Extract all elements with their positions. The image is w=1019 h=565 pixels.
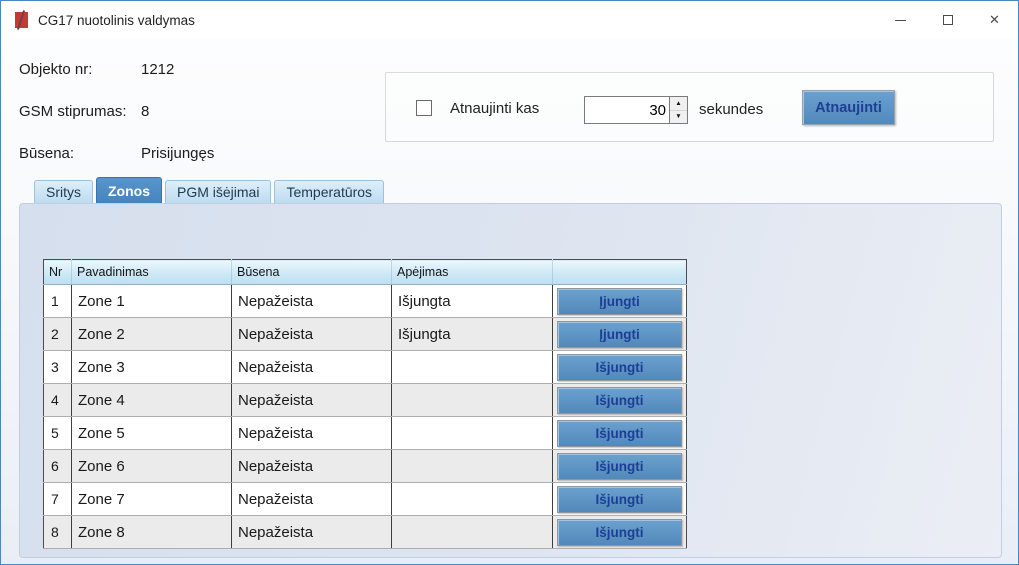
maximize-icon <box>943 15 953 25</box>
zone-number: 5 <box>44 417 72 450</box>
gsm-strength-row: GSM stiprumas:8 <box>19 103 149 120</box>
tab-pgm-isejimai[interactable]: PGM išėjimai <box>165 180 271 203</box>
zone-action-cell: Įjungti <box>553 285 687 318</box>
zone-bypass: Išjungta <box>392 285 553 318</box>
maximize-button[interactable] <box>924 1 971 39</box>
zone-name: Zone 7 <box>72 483 232 516</box>
spinner-up-button[interactable]: ▲ <box>670 97 687 111</box>
zone-number: 1 <box>44 285 72 318</box>
zone-status: Nepažeista <box>232 285 392 318</box>
zone-bypass <box>392 351 553 384</box>
zone-number: 4 <box>44 384 72 417</box>
title-bar: CG17 nuotolinis valdymas ✕ <box>1 1 1018 39</box>
column-header-apejimas: Apėjimas <box>392 260 553 285</box>
zone-action-cell: Išjungti <box>553 516 687 549</box>
window-controls: ✕ <box>877 1 1018 39</box>
app-icon <box>15 12 28 28</box>
table-row: 7Zone 7Nepažeista Išjungti <box>44 483 687 516</box>
zone-status: Nepažeista <box>232 417 392 450</box>
zone-status: Nepažeista <box>232 351 392 384</box>
zone-number: 8 <box>44 516 72 549</box>
table-row: 1Zone 1NepažeistaIšjungtaĮjungti <box>44 285 687 318</box>
table-header-row: Nr Pavadinimas Būsena Apėjimas <box>44 260 687 285</box>
window-title: CG17 nuotolinis valdymas <box>38 13 195 28</box>
table-row: 3Zone 3Nepažeista Išjungti <box>44 351 687 384</box>
interval-input[interactable] <box>585 97 669 123</box>
refresh-button[interactable]: Atnaujinti <box>802 90 895 125</box>
zone-action-button[interactable]: Išjungti <box>557 486 682 513</box>
status-row: Būsena:Prisijungęs <box>19 145 214 162</box>
zone-action-cell: Išjungti <box>553 351 687 384</box>
auto-refresh-checkbox[interactable] <box>416 100 432 116</box>
zone-bypass <box>392 450 553 483</box>
zone-status: Nepažeista <box>232 450 392 483</box>
object-number-row: Objekto nr:1212 <box>19 61 174 78</box>
zone-name: Zone 6 <box>72 450 232 483</box>
gsm-strength-label: GSM stiprumas: <box>19 103 141 120</box>
zone-name: Zone 4 <box>72 384 232 417</box>
tab-bar: Sritys Zonos PGM išėjimai Temperatūros <box>34 177 384 203</box>
object-number-value: 1212 <box>141 61 174 78</box>
zone-number: 2 <box>44 318 72 351</box>
tab-zonos[interactable]: Zonos <box>96 177 162 203</box>
interval-spinner: ▲ ▼ <box>584 96 688 124</box>
spinner-down-button[interactable]: ▼ <box>670 111 687 124</box>
close-icon: ✕ <box>989 12 1000 28</box>
zone-action-button[interactable]: Įjungti <box>557 321 682 348</box>
zone-action-button[interactable]: Išjungti <box>557 453 682 480</box>
zone-number: 7 <box>44 483 72 516</box>
zone-action-button[interactable]: Išjungti <box>557 519 682 546</box>
zone-name: Zone 1 <box>72 285 232 318</box>
object-number-label: Objekto nr: <box>19 61 141 78</box>
minimize-button[interactable] <box>877 1 924 39</box>
zone-status: Nepažeista <box>232 384 392 417</box>
zone-action-cell: Išjungti <box>553 417 687 450</box>
spinner-buttons: ▲ ▼ <box>669 97 687 123</box>
zone-action-button[interactable]: Išjungti <box>557 387 682 414</box>
zone-action-button[interactable]: Išjungti <box>557 420 682 447</box>
column-header-nr: Nr <box>44 260 72 285</box>
zone-action-cell: Išjungti <box>553 450 687 483</box>
zone-bypass: Išjungta <box>392 318 553 351</box>
status-value: Prisijungęs <box>141 145 214 162</box>
zone-action-cell: Išjungti <box>553 384 687 417</box>
table-row: 2Zone 2NepažeistaIšjungtaĮjungti <box>44 318 687 351</box>
zone-number: 6 <box>44 450 72 483</box>
zone-bypass <box>392 483 553 516</box>
table-row: 6Zone 6Nepažeista Išjungti <box>44 450 687 483</box>
tab-temperaturos[interactable]: Temperatūros <box>274 180 384 203</box>
zones-table-body: 1Zone 1NepažeistaIšjungtaĮjungti2Zone 2N… <box>44 285 687 549</box>
zone-action-cell: Įjungti <box>553 318 687 351</box>
zone-name: Zone 8 <box>72 516 232 549</box>
zone-action-button[interactable]: Išjungti <box>557 354 682 381</box>
zone-action-button[interactable]: Įjungti <box>557 288 682 315</box>
zone-action-cell: Išjungti <box>553 483 687 516</box>
auto-refresh-label: Atnaujinti kas <box>450 100 539 117</box>
seconds-label: sekundes <box>699 101 763 118</box>
tab-sritys[interactable]: Sritys <box>34 180 93 203</box>
table-row: 4Zone 4Nepažeista Išjungti <box>44 384 687 417</box>
minimize-icon <box>895 20 906 21</box>
zone-number: 3 <box>44 351 72 384</box>
app-window: CG17 nuotolinis valdymas ✕ Objekto nr:12… <box>0 0 1019 565</box>
column-header-actions <box>553 260 687 285</box>
zone-bypass <box>392 384 553 417</box>
zone-bypass <box>392 417 553 450</box>
zone-name: Zone 3 <box>72 351 232 384</box>
gsm-strength-value: 8 <box>141 103 149 120</box>
zone-name: Zone 5 <box>72 417 232 450</box>
zones-table: Nr Pavadinimas Būsena Apėjimas 1Zone 1Ne… <box>43 259 687 549</box>
zone-status: Nepažeista <box>232 516 392 549</box>
zone-status: Nepažeista <box>232 318 392 351</box>
zone-bypass <box>392 516 553 549</box>
close-button[interactable]: ✕ <box>971 1 1018 39</box>
status-label: Būsena: <box>19 145 141 162</box>
column-header-busena: Būsena <box>232 260 392 285</box>
column-header-pavadinimas: Pavadinimas <box>72 260 232 285</box>
auto-refresh-groupbox: Atnaujinti kas ▲ ▼ sekundes Atnaujinti <box>385 72 994 142</box>
zone-status: Nepažeista <box>232 483 392 516</box>
table-row: 5Zone 5Nepažeista Išjungti <box>44 417 687 450</box>
table-row: 8Zone 8Nepažeista Išjungti <box>44 516 687 549</box>
zone-name: Zone 2 <box>72 318 232 351</box>
